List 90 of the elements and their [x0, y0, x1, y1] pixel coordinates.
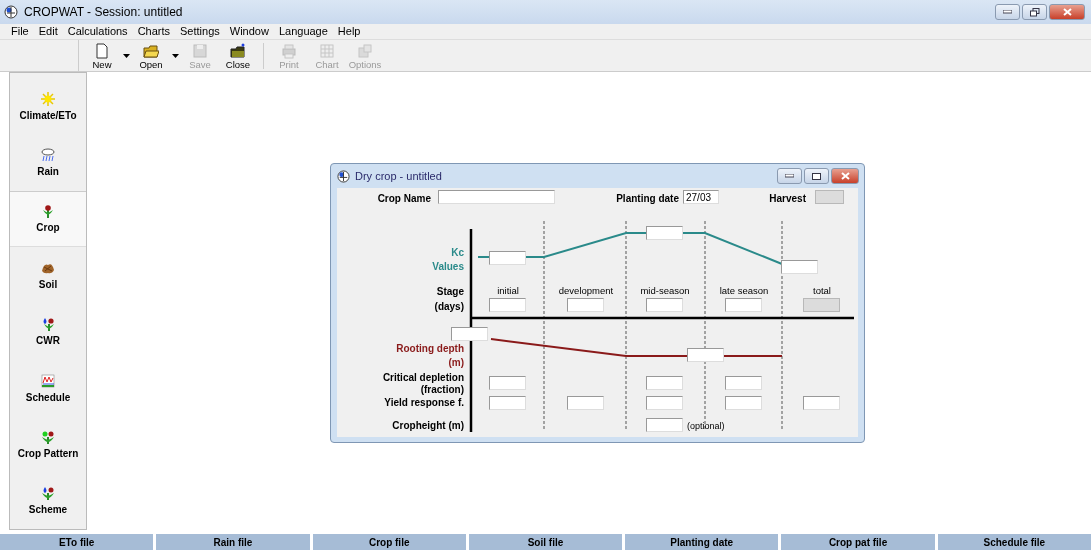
menu-item[interactable]: Edit	[33, 24, 63, 39]
planting-date-field[interactable]: 27/03	[683, 190, 719, 204]
sidebar-item[interactable]: Crop	[10, 190, 86, 248]
windows-icon	[357, 42, 373, 59]
sidebar-item[interactable]: Soil	[10, 247, 86, 304]
yield-response-field[interactable]	[803, 396, 840, 410]
status-bar-cell: Rain file	[156, 534, 310, 550]
kc-field[interactable]	[489, 251, 526, 265]
dropdown-caret-icon[interactable]	[172, 53, 179, 58]
toolbar-button[interactable]: Close	[219, 41, 257, 71]
menu-item[interactable]: Help	[332, 24, 366, 39]
close-button[interactable]	[831, 168, 859, 184]
critical-depletion-field[interactable]	[646, 376, 683, 390]
restore-icon	[1029, 7, 1040, 17]
cloud-rain-icon	[41, 148, 55, 163]
kc-field[interactable]	[646, 226, 683, 240]
plants-icon	[41, 429, 55, 444]
status-bar-cell: Planting date	[625, 534, 779, 550]
stage-name: late season	[718, 285, 770, 296]
critical-depletion-label: Critical depletion (fraction)	[382, 372, 464, 396]
window-title: CROPWAT - Session: untitled	[24, 5, 183, 19]
sidebar-item[interactable]: Schedule	[10, 359, 86, 417]
plant-icon	[41, 204, 55, 219]
menu-item[interactable]: Charts	[132, 24, 176, 39]
app-logo-icon	[337, 169, 350, 183]
yield-response-field[interactable]	[489, 396, 526, 410]
sidebar-item[interactable]: Climate/ETo	[10, 78, 86, 135]
status-bar-cell: Soil file	[468, 534, 623, 550]
stage-name: mid-season	[639, 285, 691, 296]
yield-response-field[interactable]	[567, 396, 604, 410]
open-folder-icon	[143, 42, 159, 59]
yield-response-label: Yield response f.	[384, 397, 464, 408]
menu-item[interactable]: File	[6, 24, 34, 39]
stage-days-field[interactable]	[725, 298, 762, 312]
sidebar-item[interactable]: CWR	[10, 303, 86, 360]
crop-name-field[interactable]	[438, 190, 555, 204]
menu-item[interactable]: Settings	[175, 24, 225, 39]
close-icon	[840, 172, 850, 180]
chart-icon	[41, 373, 55, 388]
toolbar-button[interactable]: Open	[132, 41, 170, 71]
field-label: Crop Name	[377, 193, 431, 204]
dialog-title: Dry crop - untitled	[355, 170, 442, 182]
status-bar-cell: Crop pat file	[781, 534, 935, 550]
minimize-icon	[1003, 10, 1012, 14]
maximize-button[interactable]	[804, 168, 829, 184]
close-button[interactable]	[1049, 4, 1085, 20]
field-label: Planting date	[616, 193, 679, 204]
stage-label: Stage (days)	[434, 285, 464, 314]
rooting-depth-field[interactable]	[687, 348, 724, 362]
maximize-icon	[812, 172, 821, 180]
status-bar-cell: ETo file	[0, 534, 154, 550]
restore-button[interactable]	[1022, 4, 1047, 20]
grid-icon	[319, 42, 335, 59]
menu-item[interactable]: Calculations	[62, 24, 133, 39]
stage-name: initial	[496, 285, 520, 296]
menu-item[interactable]: Language	[273, 24, 333, 39]
field-label: Harvest	[769, 193, 806, 204]
stage-days-field[interactable]	[646, 298, 683, 312]
app-logo-icon	[4, 5, 18, 19]
kc-values-label: Kc Values	[432, 246, 464, 274]
plant-drop-icon	[41, 317, 55, 332]
plant-drop-icon	[41, 486, 55, 501]
printer-icon	[281, 42, 297, 59]
dropdown-caret-icon[interactable]	[123, 53, 130, 58]
optional-note: (optional)	[687, 421, 725, 431]
toolbar-button[interactable]: New	[83, 41, 121, 71]
new-file-icon	[94, 42, 110, 59]
close-icon	[1062, 8, 1072, 16]
yield-response-field[interactable]	[725, 396, 762, 410]
status-bar-cell: Schedule file	[937, 534, 1091, 550]
stage-name: development	[557, 285, 615, 296]
stage-days-field[interactable]	[489, 298, 526, 312]
minimize-icon	[785, 174, 794, 178]
sidebar-item[interactable]: Crop Pattern	[10, 416, 86, 473]
sidebar-item[interactable]: Rain	[10, 134, 86, 191]
cropheight-field[interactable]	[646, 418, 683, 432]
rooting-depth-label: Rooting depth (m)	[396, 342, 464, 370]
kc-field[interactable]	[781, 260, 818, 274]
critical-depletion-field[interactable]	[725, 376, 762, 390]
sun-icon	[41, 91, 55, 106]
status-bar-cell: Crop file	[312, 534, 466, 550]
critical-depletion-field[interactable]	[489, 376, 526, 390]
stage-name: total	[812, 285, 832, 296]
menu-item[interactable]: Window	[224, 24, 274, 39]
yield-response-field[interactable]	[646, 396, 683, 410]
folder-icon	[230, 42, 246, 59]
rooting-depth-field[interactable]	[451, 327, 488, 341]
sidebar-item[interactable]: Scheme	[10, 472, 86, 529]
cropheight-label: Cropheight (m)	[392, 420, 464, 431]
stage-days-field[interactable]	[567, 298, 604, 312]
